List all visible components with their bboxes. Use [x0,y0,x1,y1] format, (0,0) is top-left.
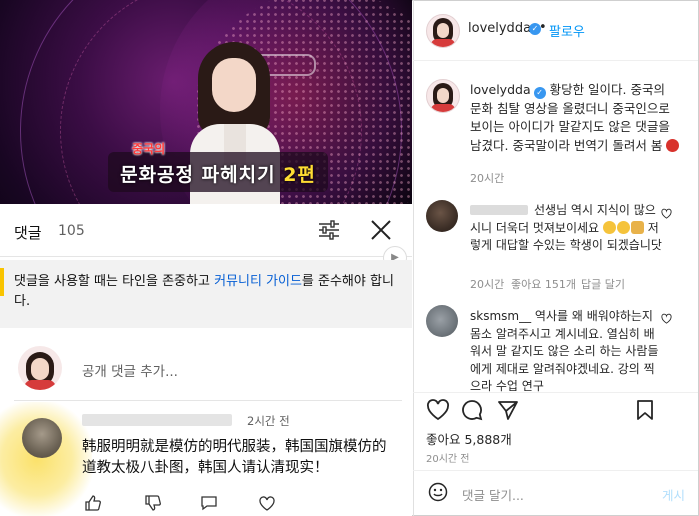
follow-button[interactable]: 팔로우 [549,21,585,40]
share-send-icon[interactable] [497,399,519,421]
comments-title: 댓글 [14,224,42,242]
separator-dot: • [539,20,547,35]
video-caption-main: 문화공정 파헤치기 2편 [112,160,324,187]
comment-text: 韩服明明就是模仿的明代服装，韩国国旗模仿的道教太极八卦图，韩国人请认清现实！ [82,439,387,476]
reply-button[interactable]: 답글 달기 [581,276,625,292]
video-caption-text: 문화공정 파헤치기 [120,164,276,186]
video-caption-episode: 2편 [283,164,316,186]
comment-text: 선생님 역시 지식이 많으시니 더욱더 멋져보이세요 저렇게 대답할 수있는 학… [470,202,665,255]
notice-accent-bar [0,268,4,296]
caption-username[interactable]: lovelydda [470,82,531,97]
commenter-avatar[interactable] [22,418,62,458]
comment-time: 20시간 [470,278,505,291]
my-avatar [18,346,62,390]
caption-avatar[interactable] [426,79,460,113]
divider [413,470,698,471]
thumbs-up-icon[interactable] [84,494,102,512]
divider [413,392,698,393]
profile-avatar[interactable] [426,14,460,48]
commenter-avatar[interactable] [426,200,458,232]
video-caption-top: 중국의 [132,142,166,156]
like-heart-icon[interactable] [426,399,450,421]
video-thumbnail[interactable]: 중국의 문화공정 파헤치기 2편 [0,0,412,204]
comment-likes[interactable]: 좋아요 151개 [511,276,576,292]
verified-badge-icon: ✓ [533,87,546,99]
heart-outline-icon[interactable] [661,313,672,324]
post-caption: lovelydda ✓ 황당한 일이다. 중국의 문화 침탈 영상을 올렸더니 중… [470,81,680,155]
comment-bubble-icon[interactable] [461,399,483,421]
post-button[interactable]: 게시 [662,485,685,504]
comment-text: sksmsm__ 역사를 왜 배워야하는지 몸소 알려주시고 계시네요. 열심히… [470,308,665,396]
caption-time: 20시간 [470,172,505,185]
notice-text: 댓글을 사용할 때는 타인을 존중하고 커뮤니티 가이드를 준수해야 합니다. [14,272,399,312]
bookmark-icon[interactable] [635,399,655,421]
profile-username[interactable]: lovelydda [468,21,531,36]
angry-emoji-icon [666,138,680,152]
notice-text-part1: 댓글을 사용할 때는 타인을 존중하고 [14,274,215,289]
comment-time: 2시간 전 [247,414,290,428]
post-time: 20시간 전 [426,454,470,465]
heart-outline-icon[interactable] [258,494,276,512]
divider [14,400,402,401]
heart-outline-icon[interactable] [661,208,672,219]
commenter-avatar[interactable] [426,305,458,337]
face-emoji-icon [616,220,630,234]
community-guidelines-link[interactable]: 커뮤니티 가이드 [214,274,302,289]
comments-count: 105 [58,223,85,239]
commenter-username[interactable]: sksmsm__ [470,309,531,323]
add-comment-input[interactable]: 댓글 달기... [462,485,524,504]
add-comment-input[interactable]: 공개 댓글 추가... [82,360,178,380]
reply-icon[interactable] [200,494,218,512]
close-icon[interactable] [370,219,392,241]
smiley-icon[interactable] [428,482,448,502]
youtube-panel: 중국의 문화공정 파헤치기 2편 댓글 105 ▶ 댓글을 사용할 때는 타인을… [0,0,412,516]
commenter-name-blurred[interactable] [82,414,232,426]
clap-emoji-icon [630,220,644,234]
face-emoji-icon [602,220,616,234]
sort-filter-icon[interactable] [318,220,340,240]
thumbs-down-icon[interactable] [144,494,162,512]
likes-count[interactable]: 좋아요 5,888개 [426,429,512,448]
